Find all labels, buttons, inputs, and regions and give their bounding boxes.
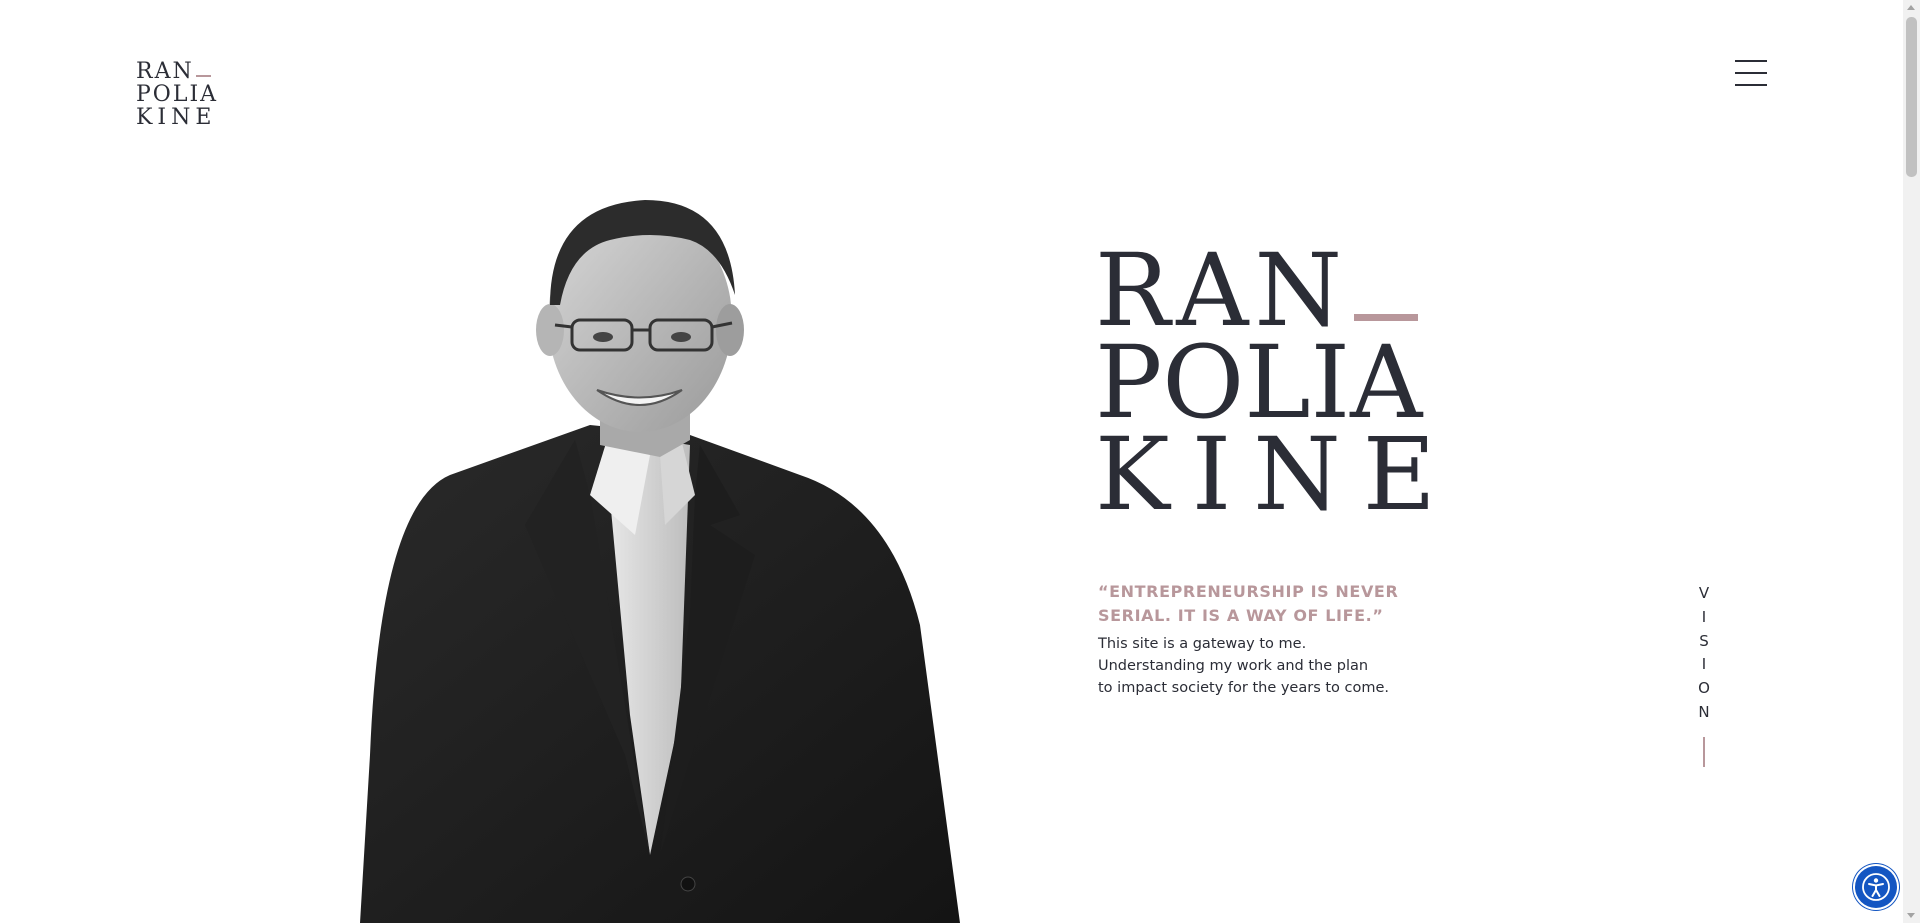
site-logo[interactable]: RAN POLIA KINE xyxy=(136,60,218,129)
hero-accent-dash xyxy=(1354,314,1419,321)
hero-intro-text: This site is a gateway to me. Understand… xyxy=(1098,633,1408,699)
page-scrollbar[interactable] xyxy=(1903,0,1920,923)
page: RAN POLIA KINE RAN POLIA KINE “ENTREPREN… xyxy=(0,0,1920,923)
logo-accent-dash xyxy=(195,75,211,77)
vision-letter: I xyxy=(1701,607,1707,626)
hamburger-menu-icon[interactable] xyxy=(1735,60,1767,86)
vision-scroll-link[interactable]: V I S I O N xyxy=(1695,582,1713,767)
vision-letter: I xyxy=(1701,655,1707,674)
hero-name-heading: RAN POLIA KINE xyxy=(1095,241,1458,533)
vision-letter: S xyxy=(1699,631,1709,650)
logo-text-ran: RAN xyxy=(136,59,194,84)
menu-line xyxy=(1735,84,1767,86)
logo-line-1: RAN xyxy=(136,60,218,83)
scroll-down-arrow-icon[interactable] xyxy=(1907,913,1915,918)
intro-line: This site is a gateway to me. xyxy=(1098,636,1307,652)
vision-letter: N xyxy=(1698,702,1710,721)
menu-line xyxy=(1735,60,1767,62)
scrollbar-thumb[interactable] xyxy=(1906,17,1917,177)
logo-text-kine: KINE xyxy=(136,105,217,130)
intro-line: to impact society for the years to come. xyxy=(1098,680,1390,696)
vision-letter: O xyxy=(1698,679,1710,698)
accessibility-button[interactable] xyxy=(1855,866,1897,908)
logo-text-polia: POLIA xyxy=(136,82,219,107)
vision-indicator-bar xyxy=(1703,736,1705,767)
intro-line: Understanding my work and the plan xyxy=(1098,658,1369,674)
accessibility-icon xyxy=(1862,873,1890,901)
menu-line xyxy=(1735,72,1767,74)
portrait-illustration xyxy=(360,200,960,923)
hero-name-kine: KINE xyxy=(1095,416,1458,533)
scroll-up-arrow-icon[interactable] xyxy=(1907,5,1915,10)
portrait-photo xyxy=(360,195,1000,923)
hero-quote: “ENTREPRENEURSHIP IS NEVER SERIAL. IT IS… xyxy=(1098,582,1399,625)
vision-letter: V xyxy=(1698,584,1710,602)
